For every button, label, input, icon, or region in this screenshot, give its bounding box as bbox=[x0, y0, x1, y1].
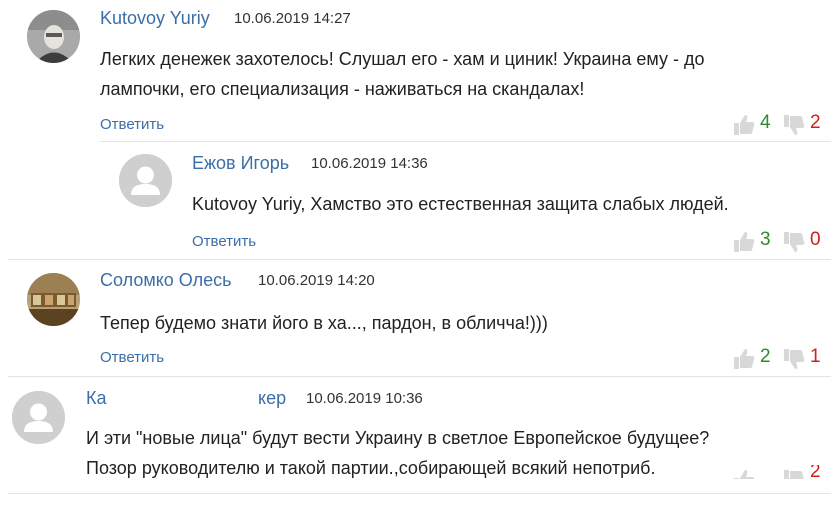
comment-text: И эти "новые лица" будут вести Украину в… bbox=[86, 423, 709, 483]
default-avatar-icon[interactable] bbox=[12, 391, 65, 444]
dislike-count: 2 bbox=[810, 465, 821, 479]
comment-text-line: И эти "новые лица" будут вести Украину в… bbox=[86, 428, 710, 448]
like-count: 3 bbox=[760, 229, 771, 250]
reply-button[interactable]: Ответить bbox=[192, 233, 256, 250]
comment-author[interactable]: Ежов Игорь bbox=[192, 153, 289, 174]
divider bbox=[8, 493, 831, 494]
like-count: 4 bbox=[760, 112, 771, 133]
avatar[interactable] bbox=[27, 10, 80, 63]
vote-controls: 2 1 bbox=[733, 346, 831, 372]
reply-button[interactable]: Ответить bbox=[100, 349, 164, 366]
comment-text: Kutovoy Yuriy, Хамство это естественная … bbox=[192, 189, 729, 219]
comment-date: 10.06.2019 10:36 bbox=[306, 390, 423, 407]
comment-text-line: лампочки, его специализация - наживаться… bbox=[100, 79, 585, 99]
comment-text: Легких денежек захотелось! Слушал его - … bbox=[100, 44, 705, 104]
avatar[interactable] bbox=[27, 273, 80, 326]
thumbs-down-icon[interactable] bbox=[783, 469, 805, 479]
thumbs-up-icon[interactable] bbox=[733, 114, 755, 136]
thumbs-down-icon[interactable] bbox=[783, 231, 805, 253]
thumbs-up-icon[interactable] bbox=[733, 469, 755, 479]
comment-fourth: Ка кер 10.06.2019 10:36 И эти "новые лиц… bbox=[0, 377, 831, 507]
comment-solomko: Соломко Олесь 10.06.2019 14:20 Тепер буд… bbox=[0, 260, 831, 376]
comment-text-line: Легких денежек захотелось! Слушал его - … bbox=[100, 49, 705, 69]
thumbs-down-icon[interactable] bbox=[783, 114, 805, 136]
comment-date: 10.06.2019 14:27 bbox=[234, 10, 351, 27]
comment-text-line: Kutovoy Yuriy, Хамство это естественная … bbox=[192, 194, 729, 214]
comment-author-end[interactable]: кер bbox=[258, 388, 286, 409]
comment-text: Тепер будемо знати його в ха..., пардон,… bbox=[100, 308, 548, 338]
comment-date: 10.06.2019 14:36 bbox=[311, 155, 428, 172]
dislike-count: 2 bbox=[810, 112, 821, 133]
comment-text-line: Позор руководителю и такой партии.,собир… bbox=[86, 458, 656, 478]
comment-date: 10.06.2019 14:20 bbox=[258, 272, 375, 289]
vote-controls: 4 2 bbox=[733, 112, 831, 138]
thumbs-down-icon[interactable] bbox=[783, 348, 805, 370]
comment-author[interactable]: Соломко Олесь bbox=[100, 270, 231, 291]
comment-ezhov: Ежов Игорь 10.06.2019 14:36 Kutovoy Yuri… bbox=[0, 142, 831, 259]
dislike-count: 0 bbox=[810, 229, 821, 250]
thumbs-up-icon[interactable] bbox=[733, 231, 755, 253]
vote-controls: 2 bbox=[733, 465, 831, 479]
thumbs-up-icon[interactable] bbox=[733, 348, 755, 370]
comment-author[interactable]: Kutovoy Yuriy bbox=[100, 8, 210, 29]
comment-author-start[interactable]: Ка bbox=[86, 388, 107, 409]
comment-kutovoy: Kutovoy Yuriy 10.06.2019 14:27 Легких де… bbox=[0, 0, 831, 140]
vote-controls: 3 0 bbox=[733, 229, 831, 255]
comment-text-line: Тепер будемо знати його в ха..., пардон,… bbox=[100, 313, 548, 333]
like-count: 2 bbox=[760, 346, 771, 367]
reply-button[interactable]: Ответить bbox=[100, 116, 164, 133]
dislike-count: 1 bbox=[810, 346, 821, 367]
default-avatar-icon[interactable] bbox=[119, 154, 172, 207]
